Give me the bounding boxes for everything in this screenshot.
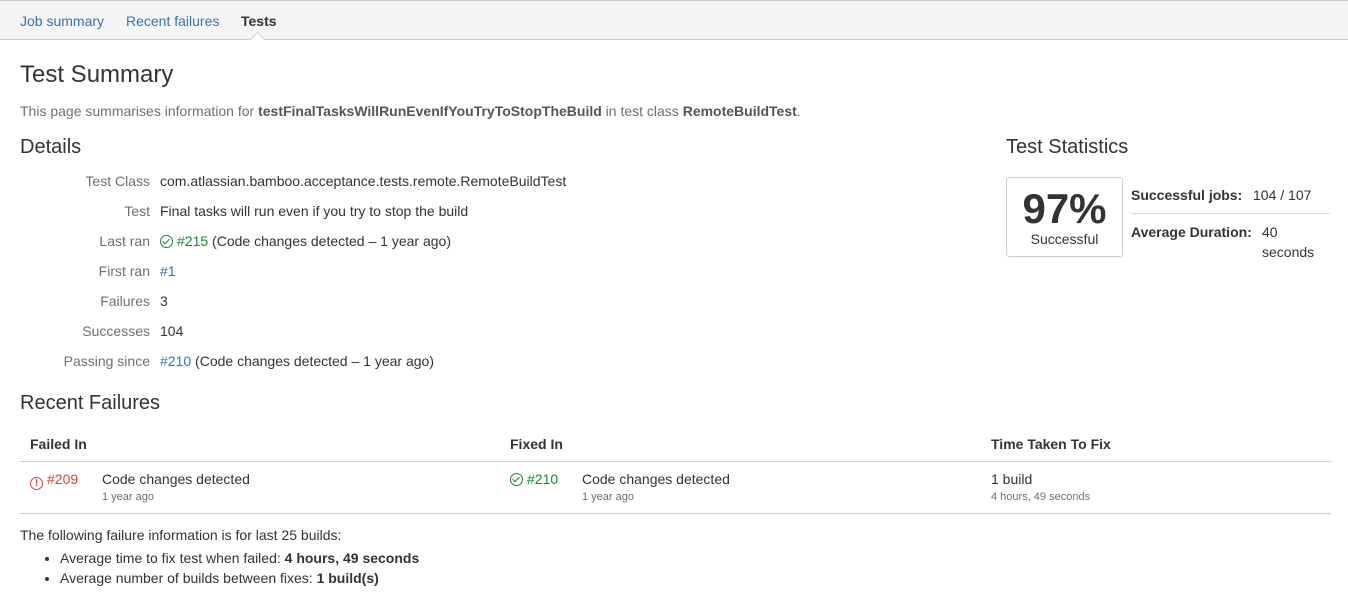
failure-summary-list: Average time to fix test when failed: 4 … <box>20 548 419 588</box>
fixed-time: 1 year ago <box>582 491 634 503</box>
failed-build: ! #209 <box>30 471 78 490</box>
failures-label: Failures <box>100 293 150 309</box>
intro-text: This page summarises information for tes… <box>20 103 801 119</box>
failure-info-note: The following failure information is for… <box>20 527 342 543</box>
fixed-reason: Code changes detected <box>582 471 730 487</box>
test-class-value: com.atlassian.bamboo.acceptance.tests.re… <box>160 173 567 189</box>
column-time-to-fix: Time Taken To Fix <box>991 436 1111 452</box>
tab-bar: Job summary Recent failures Tests <box>0 0 1348 48</box>
successful-jobs-label: Successful jobs: <box>1131 187 1243 203</box>
successes-label: Successes <box>82 323 150 339</box>
successful-jobs-value: 104 / 107 <box>1253 187 1312 203</box>
page-title: Test Summary <box>20 61 174 88</box>
test-name: testFinalTasksWillRunEvenIfYouTryToStopT… <box>258 103 602 119</box>
avg-duration-value-number: 40 <box>1262 224 1278 240</box>
active-tab-indicator <box>249 31 266 48</box>
passing-since-value: #210 (Code changes detected – 1 year ago… <box>160 353 434 369</box>
table-header-divider <box>20 461 1331 462</box>
first-ran-value: #1 <box>160 263 176 279</box>
column-fixed-in: Fixed In <box>510 436 563 452</box>
failed-build-link[interactable]: #209 <box>47 471 78 487</box>
first-ran-label: First ran <box>98 263 150 279</box>
tab-job-summary[interactable]: Job summary <box>20 13 104 29</box>
list-item: Average time to fix test when failed: 4 … <box>60 548 419 568</box>
success-icon <box>160 235 173 248</box>
last-ran-label: Last ran <box>99 233 150 249</box>
test-statistics-heading: Test Statistics <box>1006 136 1129 158</box>
avg-duration-value-unit: seconds <box>1262 244 1315 260</box>
failures-value: 3 <box>160 293 168 309</box>
tab-tests[interactable]: Tests <box>241 13 277 29</box>
fix-duration: 4 hours, 49 seconds <box>991 491 1091 503</box>
first-ran-build-link[interactable]: #1 <box>160 263 176 279</box>
fixed-build: #210 <box>510 471 558 487</box>
last-ran-build-link[interactable]: #215 <box>177 233 208 249</box>
test-class-name: RemoteBuildTest <box>682 103 797 119</box>
last-ran-value: #215 (Code changes detected – 1 year ago… <box>160 233 451 249</box>
recent-failures-heading: Recent Failures <box>20 392 161 414</box>
tab-recent-failures[interactable]: Recent failures <box>126 13 219 29</box>
success-percent-label: Successful <box>1030 231 1099 247</box>
details-heading: Details <box>20 136 82 158</box>
fix-builds: 1 build <box>991 471 1033 487</box>
test-value: Final tasks will run even if you try to … <box>160 203 469 219</box>
avg-duration-label: Average Duration: <box>1131 224 1252 240</box>
success-percent: 97% <box>1022 185 1107 232</box>
column-failed-in: Failed In <box>30 436 87 452</box>
table-row-divider <box>20 513 1331 514</box>
success-rate-box: 97% Successful <box>1006 177 1123 257</box>
test-label: Test <box>124 203 150 219</box>
passing-since-build-link[interactable]: #210 <box>160 353 191 369</box>
test-class-label: Test Class <box>85 173 150 189</box>
stat-divider <box>1131 213 1330 214</box>
failed-reason: Code changes detected <box>102 471 250 487</box>
failure-icon: ! <box>30 477 43 490</box>
fixed-build-link[interactable]: #210 <box>527 471 558 487</box>
success-icon <box>510 473 523 486</box>
passing-since-label: Passing since <box>63 353 150 369</box>
list-item: Average number of builds between fixes: … <box>60 568 419 588</box>
failed-time: 1 year ago <box>102 491 154 503</box>
successes-value: 104 <box>160 323 184 339</box>
